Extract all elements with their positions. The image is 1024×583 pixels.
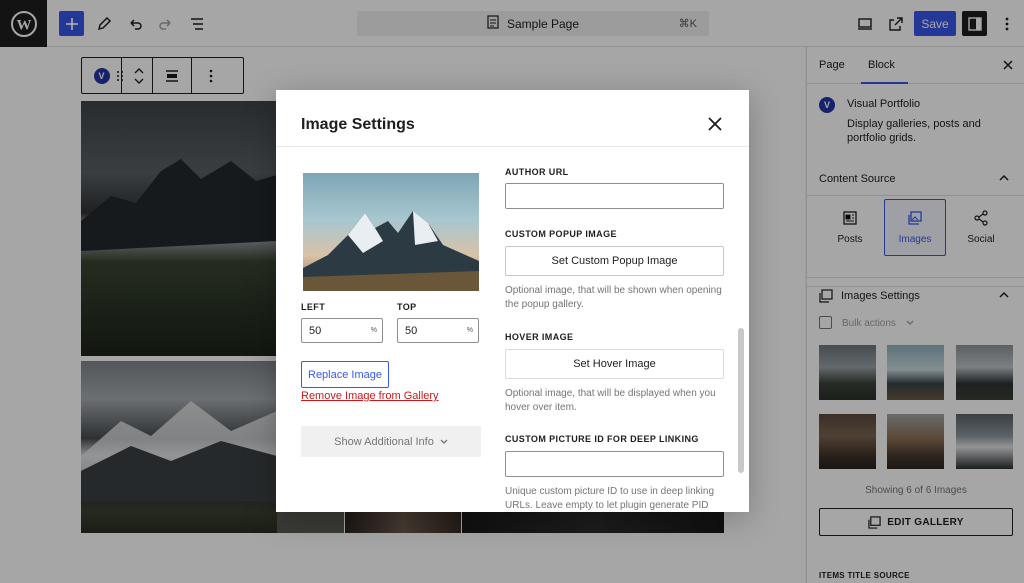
hover-image-label: HOVER IMAGE (505, 332, 574, 342)
picture-id-help: Unique custom picture ID to use in deep … (505, 486, 715, 511)
show-additional-info-button[interactable]: Show Additional Info (301, 426, 481, 457)
set-custom-popup-button[interactable]: Set Custom Popup Image (505, 246, 724, 276)
hover-image-help: Optional image, that will be displayed w… (505, 388, 716, 413)
custom-popup-help: Optional image, that will be shown when … (505, 285, 722, 310)
author-url-input[interactable] (505, 183, 724, 209)
custom-popup-label: CUSTOM POPUP IMAGE (505, 229, 617, 239)
close-icon[interactable] (705, 114, 725, 134)
percent-unit: % (466, 327, 473, 334)
picture-id-input[interactable] (505, 451, 724, 477)
hover-image-highlight: HOVER IMAGE Set Hover Image Optional ima… (493, 321, 734, 421)
modal-header: Image Settings (276, 90, 749, 147)
chevron-down-icon (440, 439, 448, 444)
set-hover-image-button[interactable]: Set Hover Image (505, 349, 724, 379)
image-settings-modal: Image Settings LEFT 50 % TOP 50 % Replac… (276, 90, 749, 512)
scrollbar-thumb[interactable] (738, 328, 744, 473)
show-additional-info-label: Show Additional Info (334, 435, 434, 448)
focal-left-input[interactable]: 50 % (301, 318, 383, 343)
modal-title: Image Settings (301, 116, 415, 133)
percent-unit: % (370, 327, 377, 334)
author-url-label: AUTHOR URL (505, 167, 569, 177)
left-field-label: LEFT (301, 302, 326, 312)
picture-id-label: CUSTOM PICTURE ID FOR DEEP LINKING (505, 434, 699, 444)
image-preview[interactable] (303, 173, 479, 291)
focal-left-value: 50 (309, 324, 322, 337)
modal-scrollbar[interactable] (737, 148, 745, 510)
replace-image-button[interactable]: Replace Image (301, 361, 389, 388)
remove-image-link[interactable]: Remove Image from Gallery (301, 390, 439, 402)
focal-top-input[interactable]: 50 % (397, 318, 479, 343)
focal-top-value: 50 (405, 324, 418, 337)
top-field-label: TOP (397, 302, 417, 312)
